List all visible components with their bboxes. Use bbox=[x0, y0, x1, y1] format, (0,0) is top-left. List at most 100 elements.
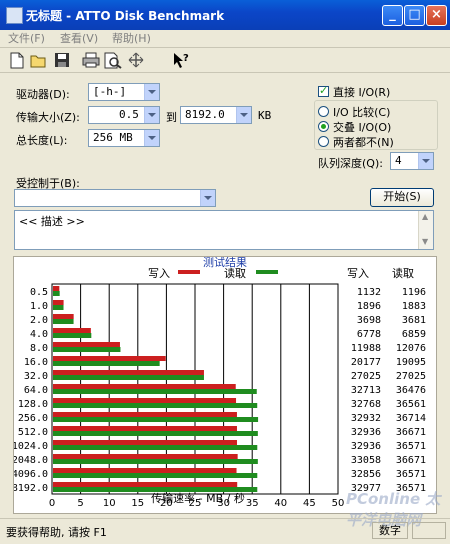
read-value-label: 36671 bbox=[396, 427, 426, 438]
write-bar bbox=[53, 314, 74, 319]
close-button[interactable]: × bbox=[426, 5, 447, 26]
read-value-label: 36671 bbox=[396, 455, 426, 466]
read-legend-swatch bbox=[256, 270, 278, 274]
menu-view[interactable]: 查看(V) bbox=[60, 30, 98, 47]
transfer-size-from-value: 0.5 bbox=[119, 108, 139, 121]
write-bar bbox=[53, 440, 237, 445]
read-bar bbox=[53, 431, 258, 436]
drive-label: 驱动器(D): bbox=[16, 88, 70, 101]
read-bar bbox=[53, 347, 121, 352]
read-bar bbox=[53, 319, 74, 324]
x-axis-label: 传输速率 - MB / 秒 bbox=[151, 491, 245, 505]
description-scrollbar[interactable]: ▲ ▼ bbox=[418, 211, 433, 249]
chevron-down-icon[interactable] bbox=[236, 107, 251, 123]
read-value-label: 27025 bbox=[396, 371, 426, 382]
x-tick-label: 0 bbox=[49, 498, 55, 509]
read-value-label: 36561 bbox=[396, 399, 426, 410]
app-icon bbox=[6, 7, 23, 24]
write-value-label: 11988 bbox=[351, 343, 381, 354]
y-tick-label: 256.0 bbox=[18, 413, 48, 424]
move-icon[interactable] bbox=[128, 52, 144, 68]
queue-depth-select[interactable]: 4 bbox=[390, 152, 434, 170]
write-value-label: 32936 bbox=[351, 441, 381, 452]
write-bar bbox=[53, 370, 204, 375]
read-bar bbox=[53, 375, 204, 380]
total-length-value: 256 MB bbox=[93, 131, 133, 144]
start-button[interactable]: 开始(S) bbox=[370, 188, 434, 207]
queue-depth-value: 4 bbox=[395, 154, 402, 167]
read-bar bbox=[53, 361, 160, 366]
write-value-label: 27025 bbox=[351, 371, 381, 382]
print-icon[interactable] bbox=[82, 52, 100, 68]
read-bar bbox=[53, 473, 258, 478]
write-value-label: 32936 bbox=[351, 427, 381, 438]
write-column-header: 写入 bbox=[347, 267, 369, 280]
write-bar bbox=[53, 300, 64, 305]
write-value-label: 20177 bbox=[351, 357, 381, 368]
scroll-down-icon[interactable]: ▼ bbox=[422, 237, 428, 246]
direct-io-checkbox[interactable]: ✓ bbox=[318, 84, 329, 97]
read-bar bbox=[53, 403, 258, 408]
queue-depth-label: 队列深度(Q): bbox=[318, 157, 383, 170]
minimize-button[interactable]: _ bbox=[382, 5, 403, 26]
chevron-down-icon[interactable] bbox=[200, 190, 215, 206]
x-tick-label: 10 bbox=[103, 498, 116, 509]
help-pointer-icon[interactable]: ? bbox=[172, 51, 190, 69]
transfer-size-from-select[interactable]: 0.5 bbox=[88, 106, 160, 124]
x-tick-label: 45 bbox=[303, 498, 316, 509]
transfer-size-to-select[interactable]: 8192.0 bbox=[180, 106, 252, 124]
chevron-down-icon[interactable] bbox=[144, 107, 159, 123]
read-bar bbox=[53, 291, 60, 296]
write-bar bbox=[53, 342, 120, 347]
transfer-to-label: 到 bbox=[166, 111, 177, 124]
write-value-label: 1896 bbox=[357, 301, 381, 312]
y-tick-label: 8.0 bbox=[30, 343, 48, 354]
scroll-up-icon[interactable]: ▲ bbox=[422, 212, 428, 221]
write-bar bbox=[53, 286, 60, 291]
print-preview-icon[interactable] bbox=[104, 52, 122, 69]
y-tick-label: 0.5 bbox=[30, 287, 48, 298]
controlled-by-select[interactable] bbox=[14, 189, 216, 207]
read-value-label: 1883 bbox=[402, 301, 426, 312]
y-tick-label: 512.0 bbox=[18, 427, 48, 438]
overlapped-io-label: 交叠 I/O(O) bbox=[333, 121, 392, 134]
chevron-down-icon[interactable] bbox=[418, 153, 433, 169]
title-bar[interactable]: 无标题 - ATTO Disk Benchmark _ □ × bbox=[0, 0, 450, 30]
x-tick-label: 5 bbox=[77, 498, 83, 509]
x-tick-label: 40 bbox=[274, 498, 287, 509]
overlapped-io-radio[interactable] bbox=[318, 121, 329, 132]
chevron-down-icon[interactable] bbox=[144, 130, 159, 146]
write-value-label: 32856 bbox=[351, 469, 381, 480]
write-value-label: 33058 bbox=[351, 455, 381, 466]
save-icon[interactable] bbox=[54, 52, 70, 68]
read-value-label: 36714 bbox=[396, 413, 426, 424]
read-value-label: 36571 bbox=[396, 469, 426, 480]
read-value-label: 6859 bbox=[402, 329, 426, 340]
x-tick-label: 50 bbox=[332, 498, 345, 509]
read-bar bbox=[53, 389, 257, 394]
menu-file[interactable]: 文件(F) bbox=[8, 30, 45, 47]
maximize-button[interactable]: □ bbox=[404, 5, 425, 26]
io-compare-label: I/O 比较(C) bbox=[333, 106, 391, 119]
y-tick-label: 2.0 bbox=[30, 315, 48, 326]
read-value-label: 36571 bbox=[396, 441, 426, 452]
read-bar bbox=[53, 305, 64, 310]
transfer-size-to-value: 8192.0 bbox=[185, 108, 225, 121]
chevron-down-icon[interactable] bbox=[144, 84, 159, 100]
new-file-icon[interactable] bbox=[10, 52, 24, 69]
description-textarea[interactable]: << 描述 >> ▲ ▼ bbox=[14, 210, 434, 250]
description-text: << 描述 >> bbox=[19, 215, 85, 228]
read-value-label: 36476 bbox=[396, 385, 426, 396]
y-tick-label: 8192.0 bbox=[14, 483, 48, 494]
total-length-select[interactable]: 256 MB bbox=[88, 129, 160, 147]
io-compare-radio[interactable] bbox=[318, 106, 329, 117]
drive-select[interactable]: [-h-] bbox=[88, 83, 160, 101]
drive-value: [-h-] bbox=[93, 85, 127, 98]
menu-help[interactable]: 帮助(H) bbox=[112, 30, 151, 47]
open-folder-icon[interactable] bbox=[30, 53, 47, 68]
read-bar bbox=[53, 417, 259, 422]
neither-radio[interactable] bbox=[318, 136, 329, 147]
write-bar bbox=[53, 468, 237, 473]
y-tick-label: 1024.0 bbox=[14, 441, 48, 452]
y-tick-label: 4.0 bbox=[30, 329, 48, 340]
